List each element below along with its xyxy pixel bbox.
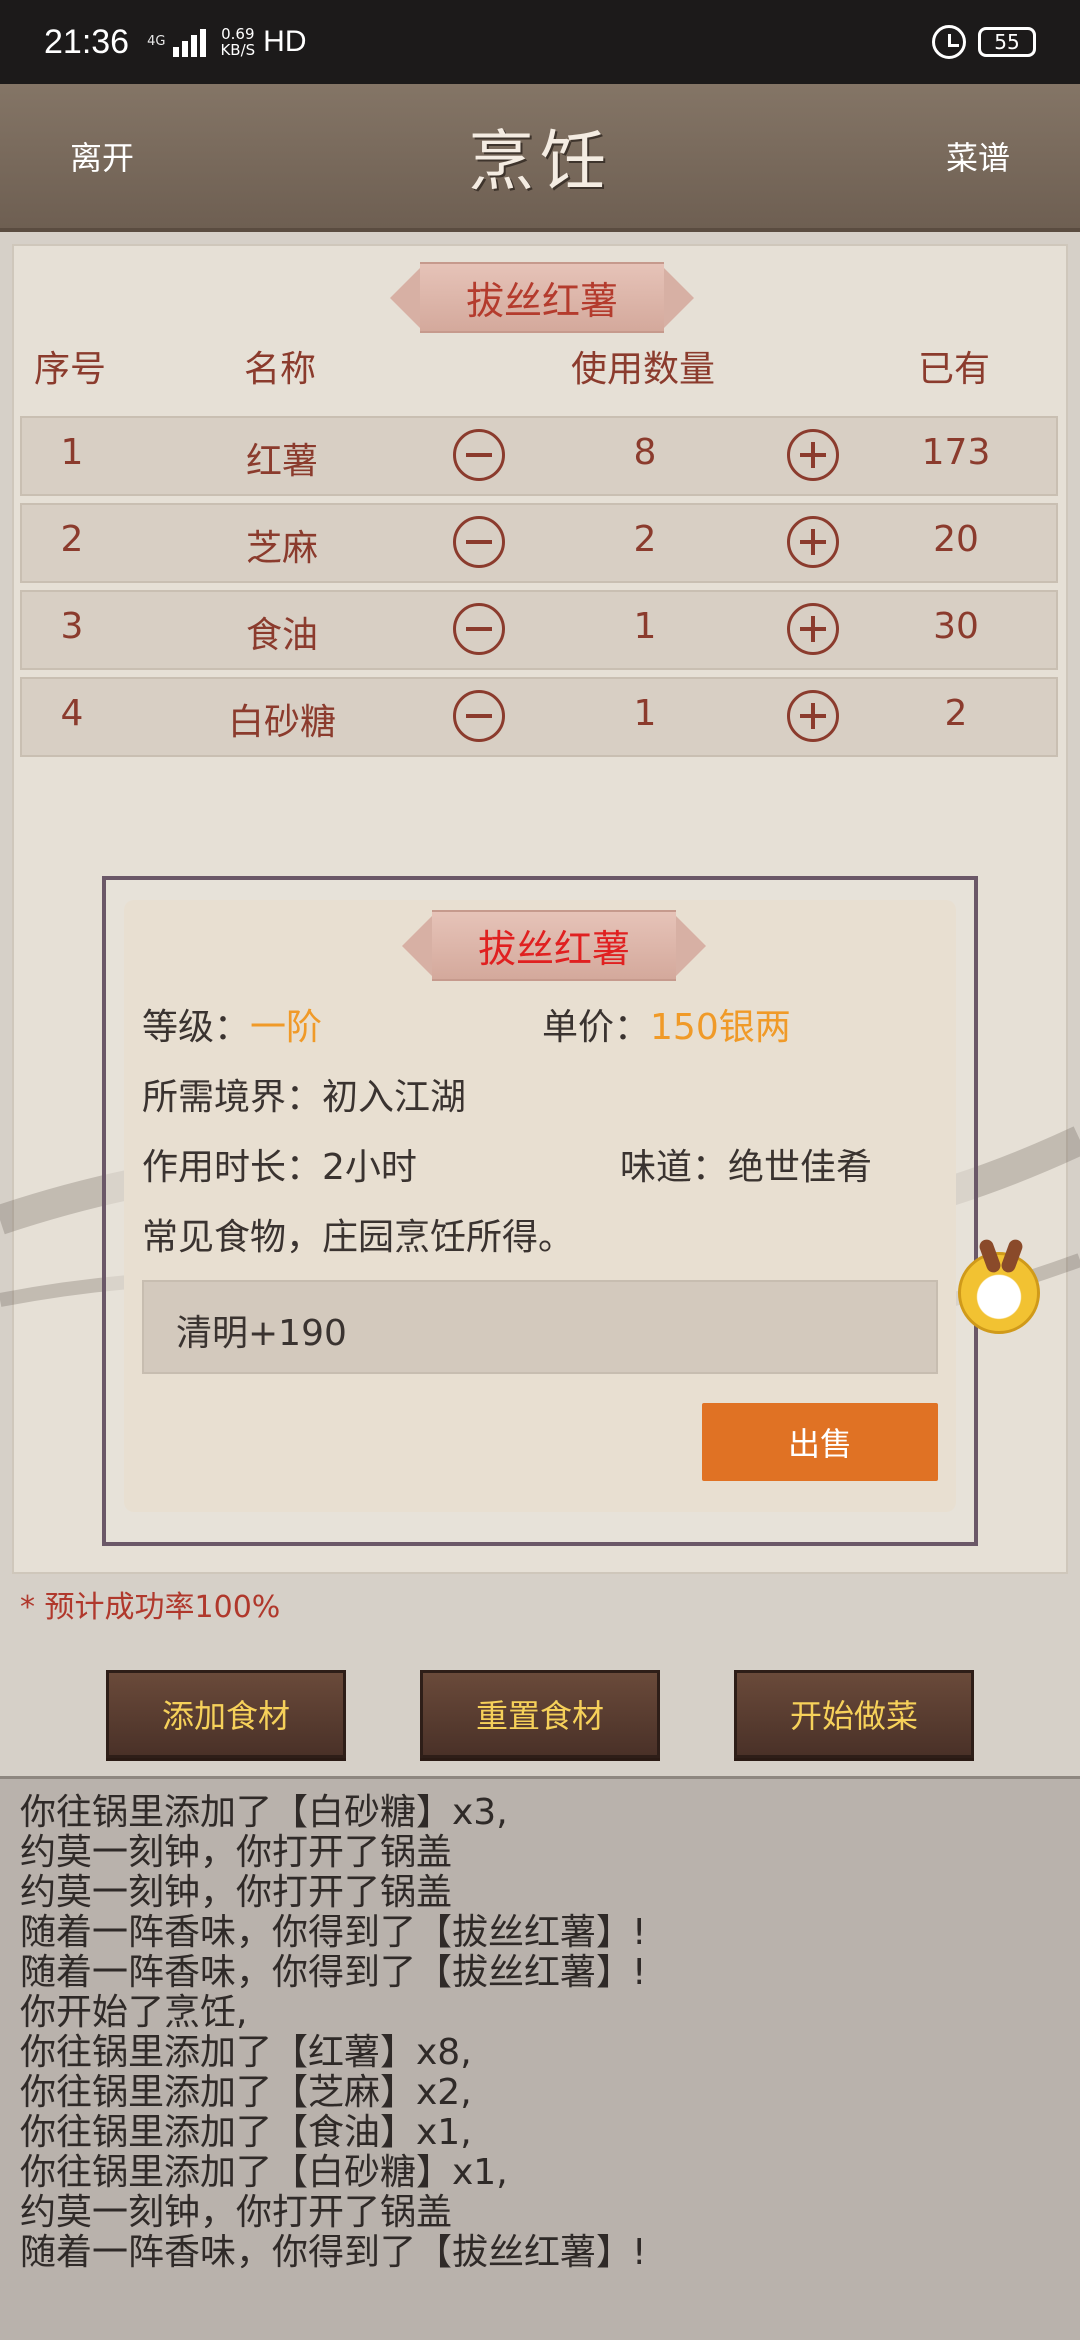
speed-unit: KB/S (220, 41, 256, 59)
ingredient-owned: 30 (933, 606, 979, 647)
price-value: 150银两 (650, 1007, 791, 1048)
realm-requirement: 所需境界：初入江湖 (142, 1077, 467, 1118)
price-line: 单价：150银两 (542, 998, 791, 1050)
ribbon-right-wing (676, 915, 707, 976)
plus-icon[interactable] (787, 516, 839, 568)
popup-title-ribbon: 拔丝红薯 (402, 910, 707, 981)
log-line: 随着一阵香味，你得到了【拔丝红薯】! (20, 1952, 647, 1993)
log-line: 你往锅里添加了【红薯】x8, (20, 2032, 472, 2073)
ingredient-name: 食油 (245, 615, 319, 656)
alarm-icon (932, 25, 966, 59)
status-bar: 21:36 4G 0.69 KB/S HD 55 (0, 0, 1080, 84)
col-index: 序号 (33, 349, 107, 390)
item-description: 常见食物，庄园烹饪所得。 (142, 1217, 575, 1258)
duration: 作用时长：2小时 (142, 1147, 417, 1188)
level-value: 一阶 (250, 1007, 323, 1048)
minus-icon[interactable] (453, 429, 505, 481)
plus-icon[interactable] (787, 429, 839, 481)
ingredient-quantity: 1 (633, 693, 657, 734)
row-index: 3 (60, 606, 84, 647)
log-line: 约莫一刻钟，你打开了锅盖 (20, 1832, 453, 1873)
ingredient-quantity: 8 (633, 432, 657, 473)
ingredient-name: 红薯 (245, 441, 319, 482)
battery-icon: 55 (978, 27, 1036, 57)
sell-button[interactable]: 出售 (702, 1403, 938, 1481)
col-owned: 已有 (917, 349, 991, 390)
ingredient-quantity: 2 (633, 519, 657, 560)
add-ingredients-button[interactable]: 添加食材 (106, 1670, 346, 1758)
row-index: 4 (60, 693, 84, 734)
hd-indicator: HD (263, 25, 307, 58)
top-bar: 离开 烹饪 菜谱 (0, 84, 1080, 232)
plus-icon[interactable] (787, 690, 839, 742)
ingredient-quantity: 1 (633, 606, 657, 647)
recipe-title: 拔丝红薯 (420, 262, 665, 333)
network-type: 4G (147, 34, 166, 49)
clock: 21:36 (44, 22, 130, 61)
leave-button[interactable]: 离开 (70, 133, 134, 179)
ribbon-right-wing (664, 267, 695, 328)
bonus-field: 清明+190 (142, 1280, 938, 1374)
price-label: 单价： (542, 1007, 651, 1048)
log-line: 你往锅里添加了【芝麻】x2, (20, 2072, 472, 2113)
row-index: 2 (60, 519, 84, 560)
plus-icon[interactable] (787, 603, 839, 655)
level-line: 等级：一阶 (142, 998, 322, 1050)
level-label: 等级： (142, 1007, 251, 1048)
recipe-title-ribbon: 拔丝红薯 (390, 262, 695, 333)
ingredient-table-header: 序号 名称 使用数量 已有 (0, 340, 1080, 400)
ingredient-owned: 173 (921, 432, 991, 473)
log-line: 你开始了烹饪, (20, 1992, 248, 2033)
ingredient-row: 4 白砂糖 1 2 (20, 677, 1058, 757)
ingredient-name: 白砂糖 (227, 702, 337, 743)
log-line: 约莫一刻钟，你打开了锅盖 (20, 2192, 453, 2233)
ribbon-left-wing (390, 267, 420, 328)
log-line: 你往锅里添加了【白砂糖】x3, (20, 1792, 508, 1833)
network-speed: 0.69 KB/S (220, 26, 255, 58)
ingredient-row: 1 红薯 8 173 (20, 416, 1058, 496)
page-title: 烹饪 (468, 123, 612, 200)
recipes-button[interactable]: 菜谱 (946, 133, 1010, 179)
log-line: 随着一阵香味，你得到了【拔丝红薯】! (20, 2232, 647, 2273)
minus-icon[interactable] (453, 516, 505, 568)
log-line: 你往锅里添加了【食油】x1, (20, 2112, 472, 2153)
ribbon-left-wing (402, 915, 432, 976)
cooking-log: 你往锅里添加了【白砂糖】x3, 约莫一刻钟，你打开了锅盖 约莫一刻钟，你打开了锅… (0, 1776, 1080, 2340)
col-quantity: 使用数量 (570, 349, 716, 390)
minus-icon[interactable] (453, 603, 505, 655)
taste: 味道：绝世佳肴 (620, 1147, 873, 1188)
success-rate: * 预计成功率100% (20, 1590, 281, 1625)
row-index: 1 (60, 432, 84, 473)
ingredient-owned: 2 (944, 693, 968, 734)
log-line: 约莫一刻钟，你打开了锅盖 (20, 1872, 453, 1913)
log-line: 随着一阵香味，你得到了【拔丝红薯】! (20, 1912, 647, 1953)
signal-icon (173, 27, 207, 57)
ingredient-name: 芝麻 (245, 528, 319, 569)
ingredient-owned: 20 (933, 519, 979, 560)
ingredient-row: 2 芝麻 2 20 (20, 503, 1058, 583)
log-line: 你往锅里添加了【白砂糖】x1, (20, 2152, 508, 2193)
mascot-floating-icon[interactable] (958, 1252, 1040, 1334)
reset-ingredients-button[interactable]: 重置食材 (420, 1670, 660, 1758)
start-cooking-button[interactable]: 开始做菜 (734, 1670, 974, 1758)
minus-icon[interactable] (453, 690, 505, 742)
ingredient-row: 3 食油 1 30 (20, 590, 1058, 670)
popup-title: 拔丝红薯 (432, 910, 677, 981)
col-name: 名称 (243, 349, 317, 390)
